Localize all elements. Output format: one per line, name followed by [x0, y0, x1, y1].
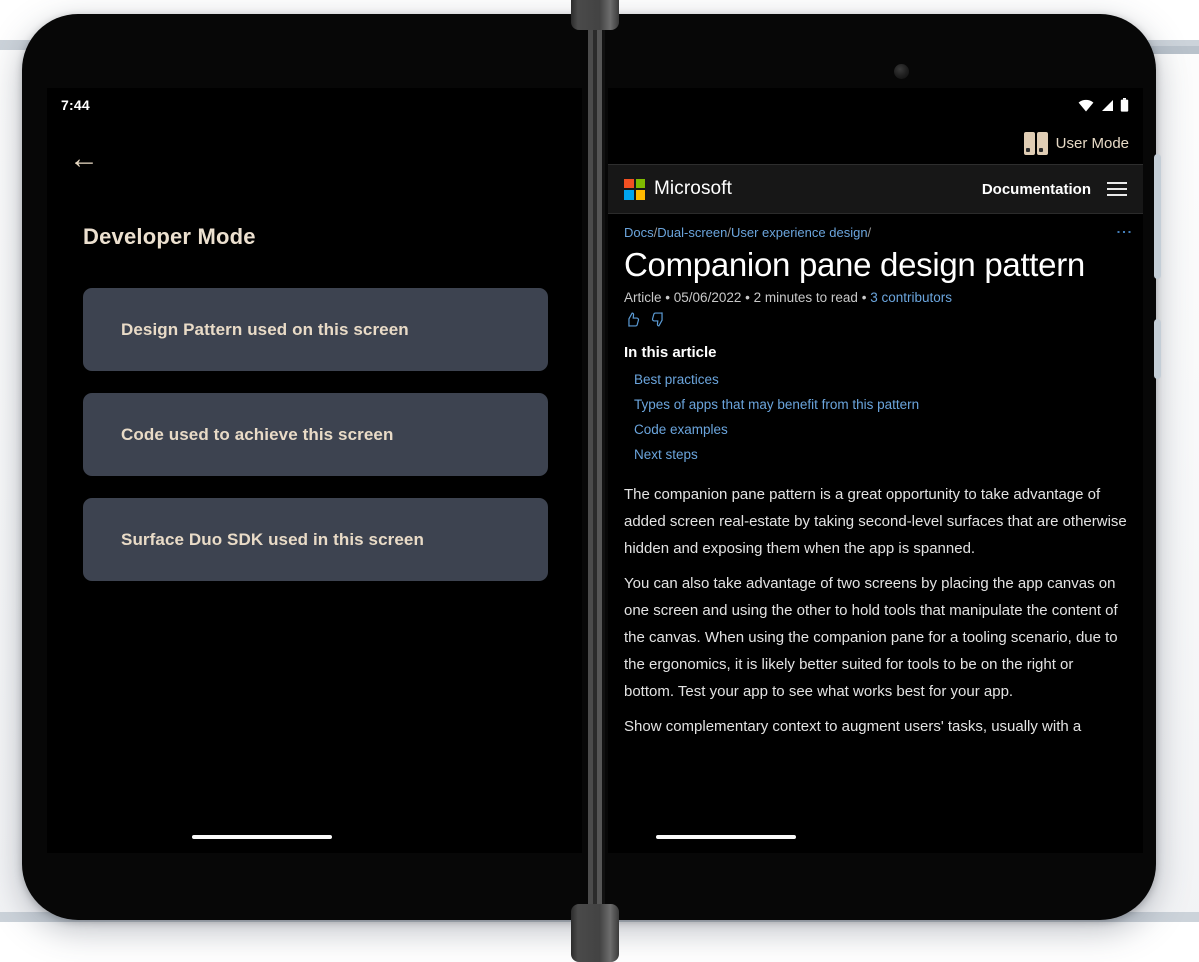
article-paragraph: The companion pane pattern is a great op… [624, 486, 1127, 557]
article-paragraph: Show complementary context to augment us… [624, 718, 1082, 735]
card-surface-duo-sdk[interactable]: Surface Duo SDK used in this screen [83, 498, 548, 581]
breadcrumb-item-user-experience-design[interactable]: User experience design [731, 225, 868, 240]
meta-read-time: 2 minutes to read [753, 290, 858, 305]
developer-mode-card-list: Design Pattern used on this screen Code … [83, 288, 548, 603]
breadcrumb-item-docs[interactable]: Docs [624, 225, 654, 240]
card-design-pattern[interactable]: Design Pattern used on this screen [83, 288, 548, 371]
user-mode-toggle[interactable]: User Mode [608, 122, 1143, 164]
home-indicator-left[interactable] [192, 835, 332, 839]
meta-sep: • [665, 290, 671, 305]
hamburger-icon[interactable] [1107, 178, 1127, 200]
right-screen: User Mode Microsoft Documentation Docs / D… [608, 88, 1143, 853]
microsoft-brand-label[interactable]: Microsoft [654, 178, 732, 200]
meta-sep: • [861, 290, 867, 305]
user-mode-label: User Mode [1055, 134, 1129, 152]
article-title: Companion pane design pattern [624, 246, 1085, 283]
microsoft-logo-icon [624, 178, 645, 200]
card-label: Design Pattern used on this screen [121, 319, 409, 339]
toc-item-best-practices[interactable]: Best practices [624, 367, 1127, 392]
meta-contributors-link[interactable]: 3 contributors [870, 290, 952, 305]
surface-duo-device: 7:44 ← Developer Mode Design Pattern use… [22, 0, 1161, 962]
thumbs-up-icon[interactable] [624, 311, 641, 328]
meta-type: Article [624, 290, 662, 305]
in-this-article-heading: In this article [624, 344, 717, 361]
breadcrumb-row: Docs/Dual-screen/User experience design/… [608, 214, 1143, 244]
article-paragraph: You can also take advantage of two scree… [624, 575, 1118, 700]
toc-item-types-of-apps[interactable]: Types of apps that may benefit from this… [624, 392, 1127, 417]
breadcrumb: Docs/Dual-screen/User experience design/ [624, 225, 871, 240]
back-icon[interactable]: ← [69, 144, 103, 178]
wifi-icon [1078, 99, 1094, 111]
front-camera-icon [894, 64, 909, 79]
battery-icon [1120, 98, 1129, 112]
left-status-bar: 7:44 [47, 88, 582, 122]
feedback-row [608, 305, 1143, 328]
status-clock: 7:44 [61, 97, 90, 113]
toc-item-code-examples[interactable]: Code examples [624, 417, 1127, 442]
thumbs-down-icon[interactable] [650, 311, 667, 328]
toc-item-next-steps[interactable]: Next steps [624, 442, 1127, 467]
table-surface-bottom [0, 920, 1199, 936]
page-title: Developer Mode [83, 224, 256, 249]
in-this-article-list: Best practices Types of apps that may be… [608, 367, 1143, 467]
right-status-bar [608, 88, 1143, 122]
breadcrumb-item-dual-screen[interactable]: Dual-screen [657, 225, 727, 240]
home-indicator-right[interactable] [656, 835, 796, 839]
article-metadata: Article • 05/06/2022 • 2 minutes to read… [608, 284, 1143, 305]
card-label: Surface Duo SDK used in this screen [121, 529, 424, 549]
breadcrumb-separator-trailing: / [867, 224, 872, 240]
device-hinge [571, 0, 619, 962]
signal-icon [1102, 99, 1113, 111]
microsoft-app-bar: Microsoft Documentation [608, 164, 1143, 214]
meta-date: 05/06/2022 [673, 290, 742, 305]
card-label: Code used to achieve this screen [121, 424, 394, 444]
left-screen: 7:44 ← Developer Mode Design Pattern use… [47, 88, 582, 853]
documentation-link[interactable]: Documentation [982, 181, 1091, 198]
card-code-used[interactable]: Code used to achieve this screen [83, 393, 548, 476]
scene-background: 7:44 ← Developer Mode Design Pattern use… [0, 0, 1199, 962]
volume-button[interactable] [1154, 154, 1161, 279]
meta-sep: • [745, 290, 750, 305]
dual-screen-icon [1023, 131, 1048, 155]
power-button[interactable] [1154, 319, 1161, 379]
kebab-menu-icon[interactable]: ⋮ [1115, 224, 1132, 240]
